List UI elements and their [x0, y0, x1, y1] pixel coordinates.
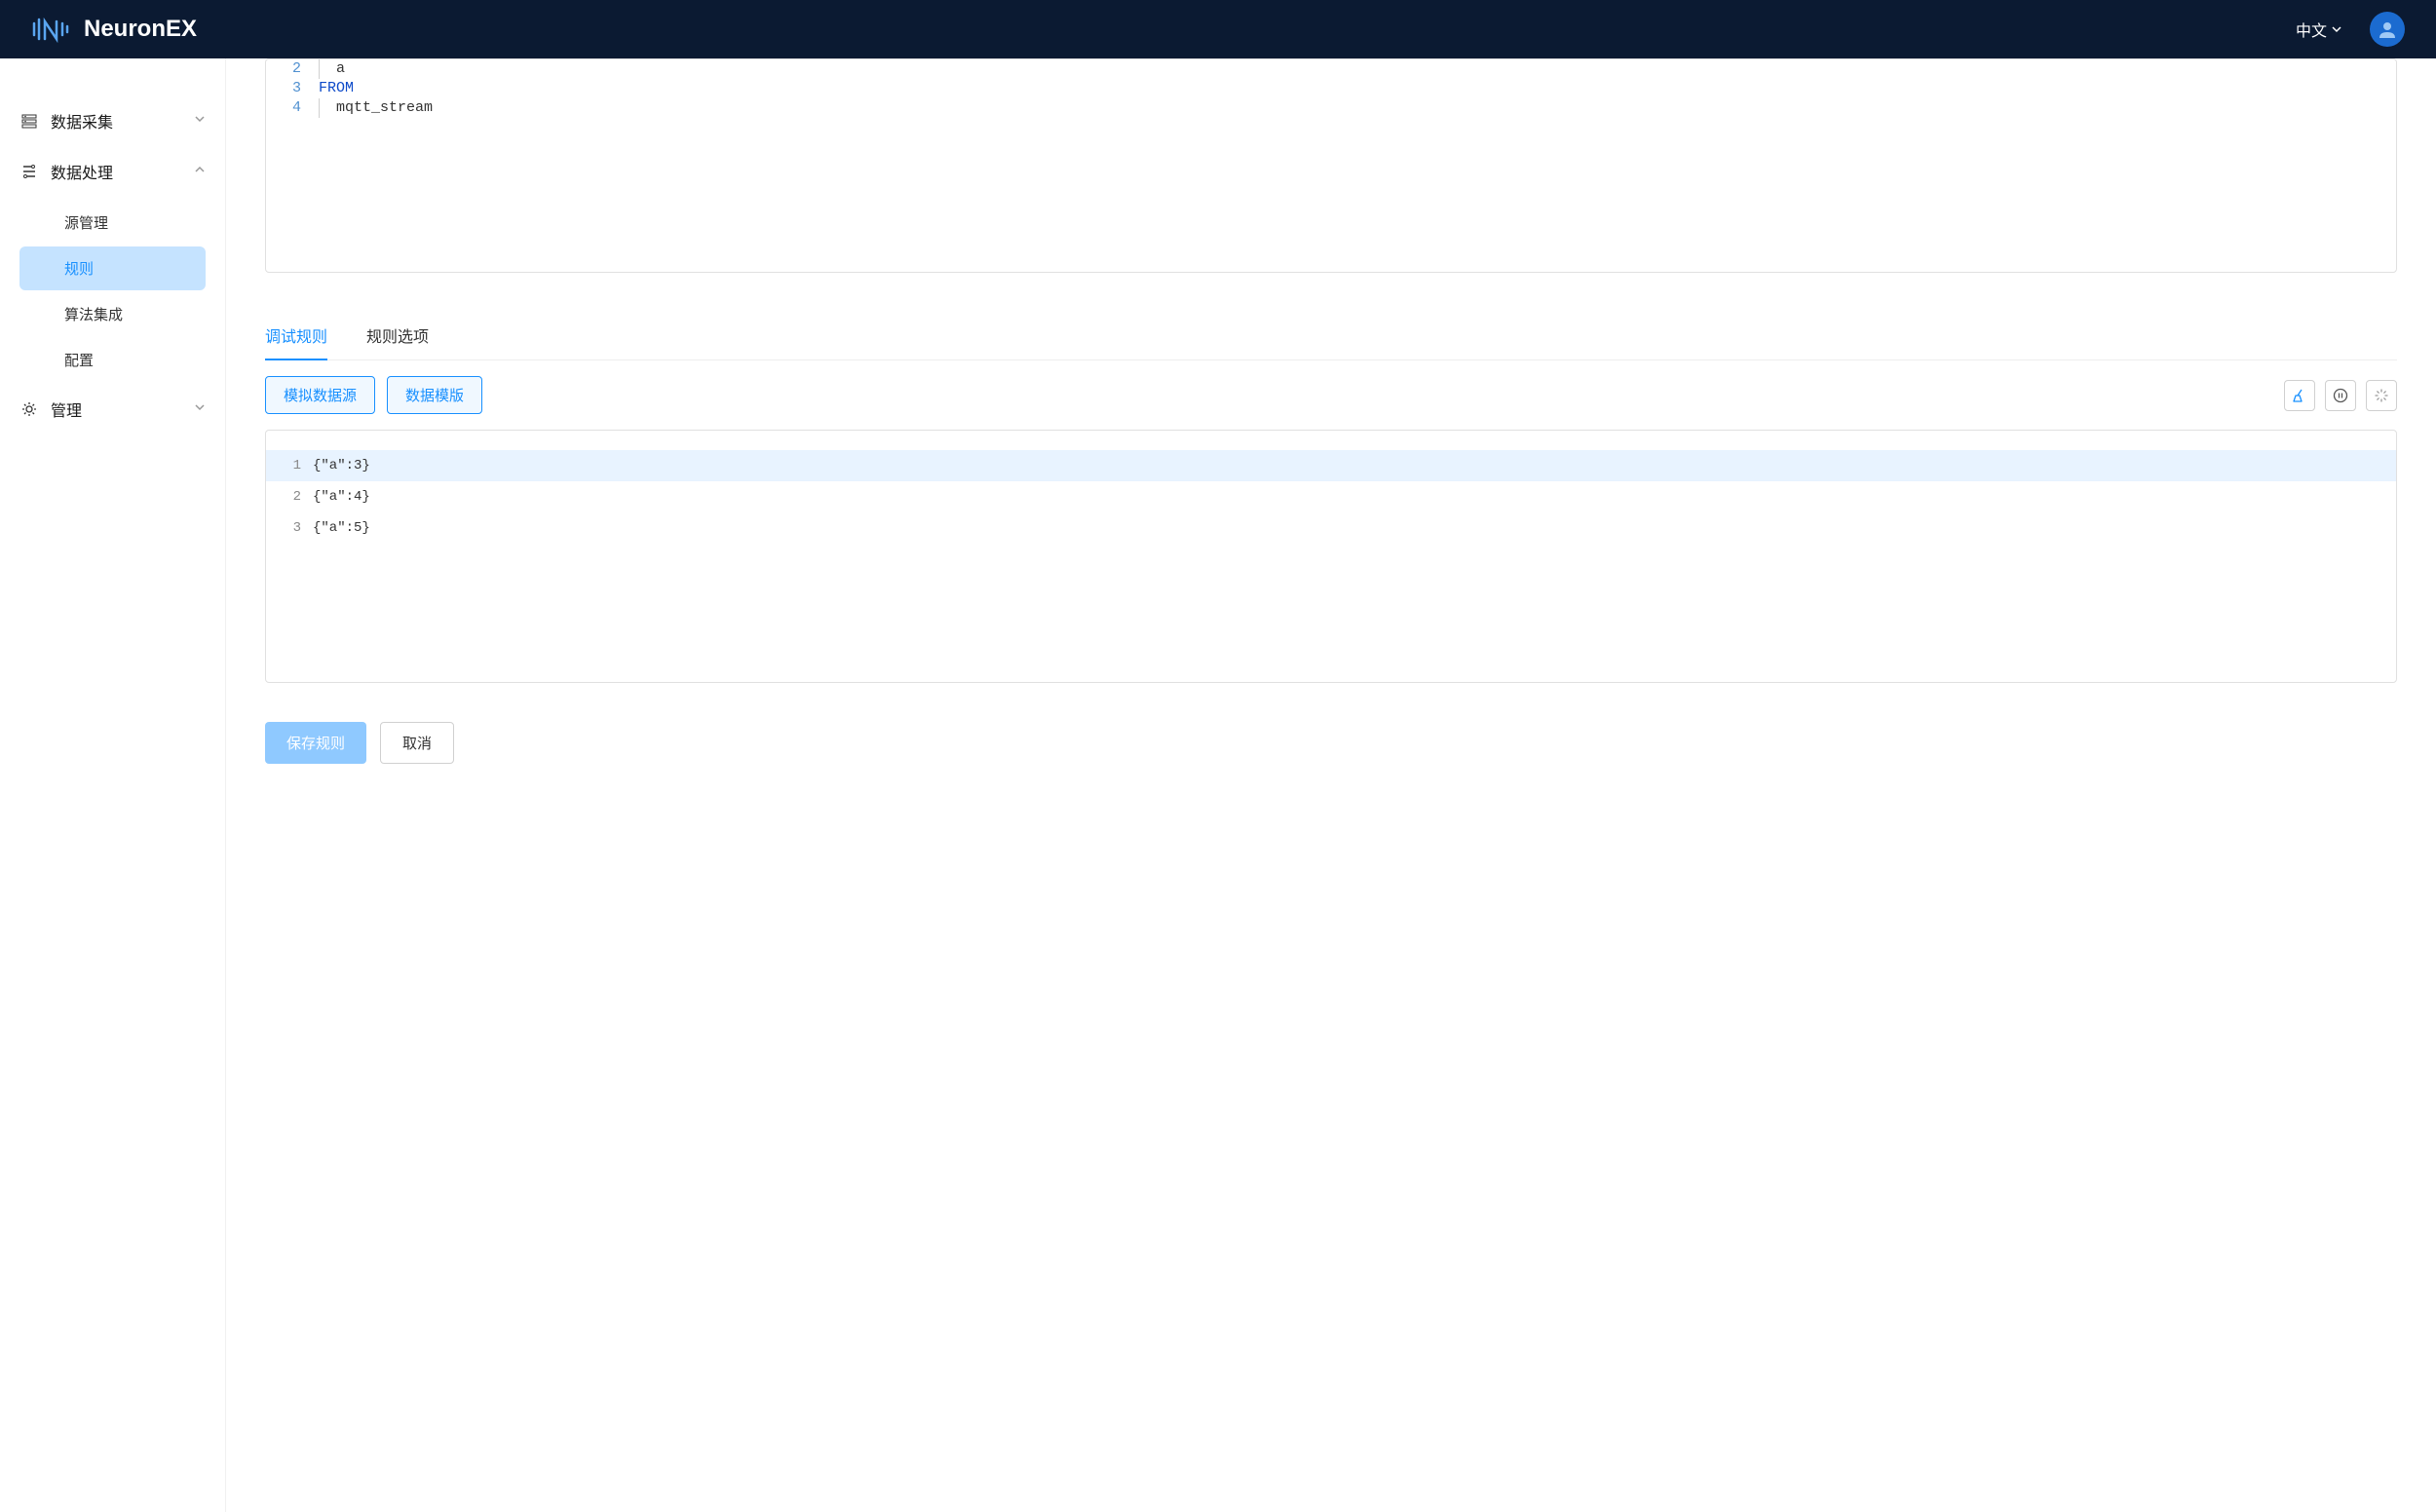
sidebar-item-data-processing[interactable]: 数据处理: [0, 148, 225, 195]
sql-editor[interactable]: 2 a 3 FROM 4 mqtt_stream: [265, 58, 2397, 273]
broom-icon: [2292, 388, 2307, 403]
output-line-number: 3: [266, 520, 313, 536]
chevron-up-icon: [194, 163, 206, 180]
clear-button[interactable]: [2284, 380, 2315, 411]
output-line-number: 2: [266, 489, 313, 505]
sidebar-group-label: 管理: [51, 397, 182, 421]
app-header: NeuronEX 中文: [0, 0, 2436, 58]
tabs: 调试规则 规则选项: [265, 312, 2397, 360]
sidebar-item-management[interactable]: 管理: [0, 386, 225, 433]
code-line: 4 mqtt_stream: [266, 98, 2396, 118]
output-panel: 1 {"a":3} 2 {"a":4} 3 {"a":5}: [265, 430, 2397, 683]
line-number: 4: [266, 98, 319, 118]
tab-debug-rules[interactable]: 调试规则: [265, 312, 327, 360]
main-content: 2 a 3 FROM 4 mqtt_stream 调试规则 规则选项 模拟数据源…: [226, 58, 2436, 803]
user-icon: [2377, 19, 2398, 40]
brand-name: NeuronEX: [84, 16, 197, 43]
language-label: 中文: [2296, 18, 2327, 41]
output-line[interactable]: 3 {"a":5}: [266, 512, 2396, 544]
gear-icon: [19, 399, 39, 419]
output-line[interactable]: 2 {"a":4}: [266, 481, 2396, 512]
sidebar-sub-items: 源管理 规则 算法集成 配置: [0, 195, 225, 382]
language-selector[interactable]: 中文: [2296, 18, 2342, 41]
simulate-data-source-button[interactable]: 模拟数据源: [265, 376, 375, 414]
sidebar-group-label: 数据处理: [51, 160, 182, 183]
save-rule-button[interactable]: 保存规则: [265, 722, 366, 764]
chevron-down-icon: [2331, 23, 2342, 35]
line-number: 2: [266, 59, 319, 79]
sidebar-item-config[interactable]: 配置: [19, 338, 206, 382]
output-line-number: 1: [266, 458, 313, 473]
line-content: FROM: [319, 79, 2396, 98]
cancel-button[interactable]: 取消: [380, 722, 454, 764]
sidebar-item-algorithm-integration[interactable]: 算法集成: [19, 292, 206, 336]
sidebar-group-data-collection: 数据采集: [0, 97, 225, 144]
output-content: {"a":4}: [313, 489, 370, 505]
action-bar: 模拟数据源 数据模版: [265, 376, 2397, 414]
output-line[interactable]: 1 {"a":3}: [266, 450, 2396, 481]
loading-icon: [2374, 388, 2389, 403]
sidebar-item-data-collection[interactable]: 数据采集: [0, 97, 225, 144]
footer-actions: 保存规则 取消: [265, 722, 2397, 764]
header-right: 中文: [2296, 12, 2405, 47]
sidebar-group-label: 数据采集: [51, 109, 182, 132]
logo-section: NeuronEX: [31, 16, 197, 43]
output-content: {"a":5}: [313, 520, 370, 536]
avatar[interactable]: [2370, 12, 2405, 47]
chevron-down-icon: [194, 400, 206, 418]
action-left: 模拟数据源 数据模版: [265, 376, 482, 414]
line-content: a: [319, 59, 2396, 79]
action-right: [2284, 380, 2397, 411]
logo-icon: [31, 16, 74, 43]
sidebar-group-management: 管理: [0, 386, 225, 433]
data-template-button[interactable]: 数据模版: [387, 376, 482, 414]
loading-button[interactable]: [2366, 380, 2397, 411]
code-line: 2 a: [266, 59, 2396, 79]
sidebar-group-data-processing: 数据处理 源管理 规则 算法集成 配置: [0, 148, 225, 382]
data-processing-icon: [19, 162, 39, 181]
sidebar: 数据采集 数据处理 源管理 规则 算法集成 配置: [0, 58, 226, 1512]
line-number: 3: [266, 79, 319, 98]
data-collection-icon: [19, 111, 39, 131]
code-line: 3 FROM: [266, 79, 2396, 98]
chevron-down-icon: [194, 112, 206, 130]
pause-icon: [2333, 388, 2348, 403]
line-content: mqtt_stream: [319, 98, 2396, 118]
output-content: {"a":3}: [313, 458, 370, 473]
pause-button[interactable]: [2325, 380, 2356, 411]
sidebar-item-source-management[interactable]: 源管理: [19, 201, 206, 245]
tab-rule-options[interactable]: 规则选项: [366, 312, 429, 360]
sidebar-item-rules[interactable]: 规则: [19, 246, 206, 290]
